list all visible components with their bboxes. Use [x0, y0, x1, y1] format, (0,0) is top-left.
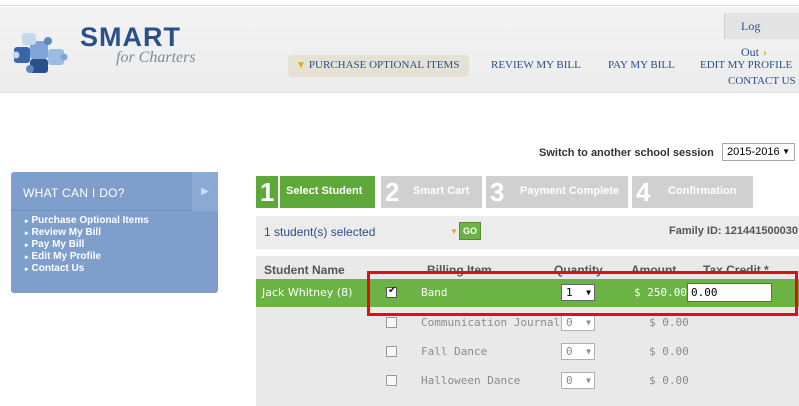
sidebar-title: WHAT CAN I DO?	[23, 186, 125, 200]
sidebar-item-review[interactable]: ▸ Review My Bill	[25, 227, 149, 239]
bullet-icon: ▸	[25, 218, 29, 225]
logo-brand: SMART	[80, 22, 181, 52]
step-number: 2	[385, 177, 400, 207]
step-confirmation[interactable]: 4 Confirmation	[632, 176, 753, 208]
sidebar-item-label: Purchase Optional Items	[31, 215, 149, 226]
row-qty-value: 0	[566, 345, 573, 358]
logo-tagline: for Charters	[116, 49, 196, 66]
row-qty-value: 0	[566, 374, 573, 387]
row-checkbox[interactable]	[386, 375, 397, 386]
sidebar-item-label: Contact Us	[31, 263, 85, 274]
session-select[interactable]: 2015-2016 ▼	[722, 143, 795, 161]
row-qty-select[interactable]: 0 ▼	[561, 372, 595, 389]
caret-down-icon: ▼	[782, 147, 790, 156]
sidebar-item-contact[interactable]: ▸ Contact Us	[25, 263, 149, 275]
row-student: Jack Whitney (8)	[262, 286, 353, 299]
highlight-box	[367, 271, 798, 316]
step-number: 4	[636, 177, 651, 207]
header: SMART for Charters Log Out › ▼ PURCHASE OP…	[0, 7, 799, 93]
row-checkbox[interactable]	[386, 317, 397, 328]
sidebar-list: ▸ Purchase Optional Items ▸ Review My Bill…	[25, 215, 149, 275]
nav-purchase-label: PURCHASE OPTIONAL ITEMS	[308, 59, 460, 71]
student-select-value: 1 student(s) selected	[264, 225, 376, 239]
step-label: Smart Cart	[413, 185, 470, 197]
caret-down-icon: ▼	[296, 60, 306, 71]
logo-text: SMART for Charters	[80, 22, 196, 66]
step-smart-cart[interactable]: 2 Smart Cart	[381, 176, 482, 208]
step-label: Payment Complete	[520, 185, 620, 197]
nav-review-my-bill[interactable]: REVIEW MY BILL	[491, 59, 581, 71]
chevron-right-icon: ›	[763, 45, 767, 59]
top-border	[0, 0, 799, 6]
step-label: Select Student	[286, 185, 363, 197]
session-label: Switch to another school session	[539, 147, 714, 159]
sidebar-item-label: Edit My Profile	[31, 251, 101, 262]
nav-contact-us[interactable]: CONTACT US	[728, 75, 796, 87]
sidebar-item-pay[interactable]: ▸ Pay My Bill	[25, 239, 149, 251]
row-checkbox[interactable]	[386, 346, 397, 357]
row-item: Communication Journal	[421, 316, 561, 329]
sidebar-item-purchase[interactable]: ▸ Purchase Optional Items	[25, 215, 149, 227]
table-row: Fall Dance 0 ▼ $ 0.00	[256, 338, 799, 366]
logout-label: Log Out	[741, 19, 761, 59]
col-header-student: Student Name	[264, 263, 345, 277]
sidebar-arrow-icon[interactable]: ▶	[192, 172, 218, 211]
row-amount: $ 0.00	[649, 316, 689, 329]
caret-down-icon: ▼	[586, 376, 591, 385]
student-bar: 1 student(s) selected ▼ GO Family ID: 12…	[256, 216, 799, 249]
row-item: Halloween Dance	[421, 374, 521, 387]
sidebar-item-edit-profile[interactable]: ▸ Edit My Profile	[25, 251, 149, 263]
row-amount: $ 0.00	[649, 345, 689, 358]
sidebar-item-label: Review My Bill	[31, 227, 101, 238]
row-amount: $ 0.00	[649, 374, 689, 387]
bullet-icon: ▸	[25, 266, 29, 273]
row-qty-select[interactable]: 0 ▼	[561, 314, 595, 331]
step-payment-complete[interactable]: 3 Payment Complete	[486, 176, 628, 208]
table-row: Halloween Dance 0 ▼ $ 0.00	[256, 367, 799, 395]
bullet-icon: ▸	[25, 242, 29, 249]
caret-down-icon: ▼	[586, 318, 591, 327]
row-qty-select[interactable]: 0 ▼	[561, 343, 595, 360]
step-number: 3	[490, 177, 505, 207]
go-button[interactable]: GO	[459, 222, 481, 240]
bullet-icon: ▸	[25, 230, 29, 237]
nav-pay-my-bill[interactable]: PAY MY BILL	[608, 59, 675, 71]
student-select[interactable]: 1 student(s) selected ▼	[264, 222, 458, 242]
step-select-student[interactable]: 1 Select Student	[256, 176, 375, 208]
logout-link[interactable]: Log Out ›	[724, 13, 799, 59]
sidebar: WHAT CAN I DO? ▶ ▸ Purchase Optional Item…	[11, 172, 218, 293]
sidebar-header: WHAT CAN I DO? ▶	[11, 172, 218, 211]
family-id: Family ID: 121441500030	[669, 225, 799, 237]
row-qty-value: 0	[566, 316, 573, 329]
page: SMART for Charters Log Out › ▼ PURCHASE OP…	[0, 0, 799, 406]
sidebar-item-label: Pay My Bill	[31, 239, 85, 250]
row-item: Fall Dance	[421, 345, 488, 358]
nav-purchase-optional-items[interactable]: ▼ PURCHASE OPTIONAL ITEMS	[288, 55, 470, 77]
step-label: Confirmation	[668, 185, 737, 197]
step-number: 1	[260, 177, 275, 207]
caret-down-icon: ▼	[450, 227, 458, 236]
bullet-icon: ▸	[25, 254, 29, 261]
session-value: 2015-2016	[727, 146, 780, 158]
nav-edit-my-profile[interactable]: EDIT MY PROFILE	[700, 59, 792, 71]
caret-down-icon: ▼	[586, 347, 591, 356]
